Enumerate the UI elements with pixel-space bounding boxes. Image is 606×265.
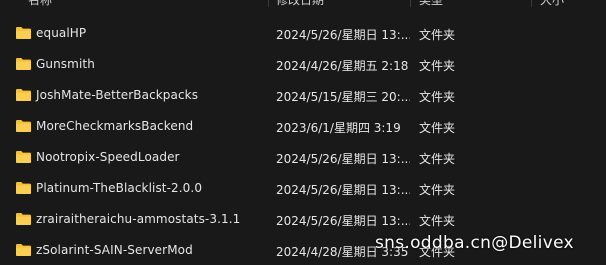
folder-icon <box>16 151 31 163</box>
folder-icon <box>16 27 31 39</box>
column-header-bar: 名称 修改日期 类型 大小 <box>0 0 606 13</box>
file-type: 文件夹 <box>419 152 456 166</box>
file-row[interactable]: JoshMate-BetterBackpacks 2024/5/15/星期三 2… <box>0 80 606 111</box>
folder-icon <box>16 182 31 194</box>
file-date: 2024/4/26/星期五 2:18 <box>276 59 409 73</box>
column-divider[interactable] <box>531 0 532 7</box>
file-row[interactable]: zrairaitheraichu-ammostats-3.1.1 2024/5/… <box>0 204 606 235</box>
file-date: 2024/5/26/星期日 13:... <box>276 28 410 42</box>
file-row[interactable]: Nootropix-SpeedLoader 2024/5/26/星期日 13:.… <box>0 142 606 173</box>
column-header-name[interactable]: 名称 <box>28 0 52 13</box>
column-header-date[interactable]: 修改日期 <box>276 0 324 13</box>
file-type: 文件夹 <box>419 59 456 73</box>
file-type: 文件夹 <box>419 121 456 135</box>
file-type: 文件夹 <box>419 90 456 104</box>
file-name: Nootropix-SpeedLoader <box>36 150 180 164</box>
folder-icon <box>16 120 31 132</box>
file-type: 文件夹 <box>419 28 456 42</box>
file-name: Platinum-TheBlacklist-2.0.0 <box>36 181 203 195</box>
file-row[interactable]: Platinum-TheBlacklist-2.0.0 2024/5/26/星期… <box>0 173 606 204</box>
file-type: 文件夹 <box>419 183 456 197</box>
file-name: MoreCheckmarksBackend <box>36 119 194 133</box>
file-explorer-pane: 名称 修改日期 类型 大小 equalHP 2024/5/26/星期日 13:.… <box>0 0 606 265</box>
file-row[interactable]: MoreCheckmarksBackend 2023/6/1/星期四 3:19 … <box>0 111 606 142</box>
column-divider[interactable] <box>410 0 411 7</box>
column-header-size[interactable]: 大小 <box>540 0 564 13</box>
column-header-type[interactable]: 类型 <box>419 0 443 13</box>
file-row[interactable]: Gunsmith 2024/4/26/星期五 2:18 文件夹 <box>0 49 606 80</box>
folder-icon <box>16 213 31 225</box>
file-row[interactable]: equalHP 2024/5/26/星期日 13:... 文件夹 <box>0 18 606 49</box>
file-date: 2024/5/26/星期日 13:... <box>276 152 410 166</box>
file-name: zrairaitheraichu-ammostats-3.1.1 <box>36 212 241 226</box>
file-date: 2024/5/26/星期日 13:... <box>276 214 410 228</box>
column-divider[interactable] <box>268 0 269 7</box>
file-date: 2024/5/15/星期三 20:... <box>276 90 410 104</box>
file-name: zSolarint-SAIN-ServerMod <box>36 243 193 257</box>
folder-icon <box>16 58 31 70</box>
file-type: 文件夹 <box>419 214 456 228</box>
folder-icon <box>16 89 31 101</box>
file-date: 2023/6/1/星期四 3:19 <box>276 121 401 135</box>
watermark-text: sns.oddba.cn@Delivex <box>375 233 574 253</box>
folder-icon <box>16 244 31 256</box>
file-name: equalHP <box>36 26 87 40</box>
file-name: Gunsmith <box>36 57 95 71</box>
file-name: JoshMate-BetterBackpacks <box>36 88 199 102</box>
file-date: 2024/5/26/星期日 13:... <box>276 183 410 197</box>
